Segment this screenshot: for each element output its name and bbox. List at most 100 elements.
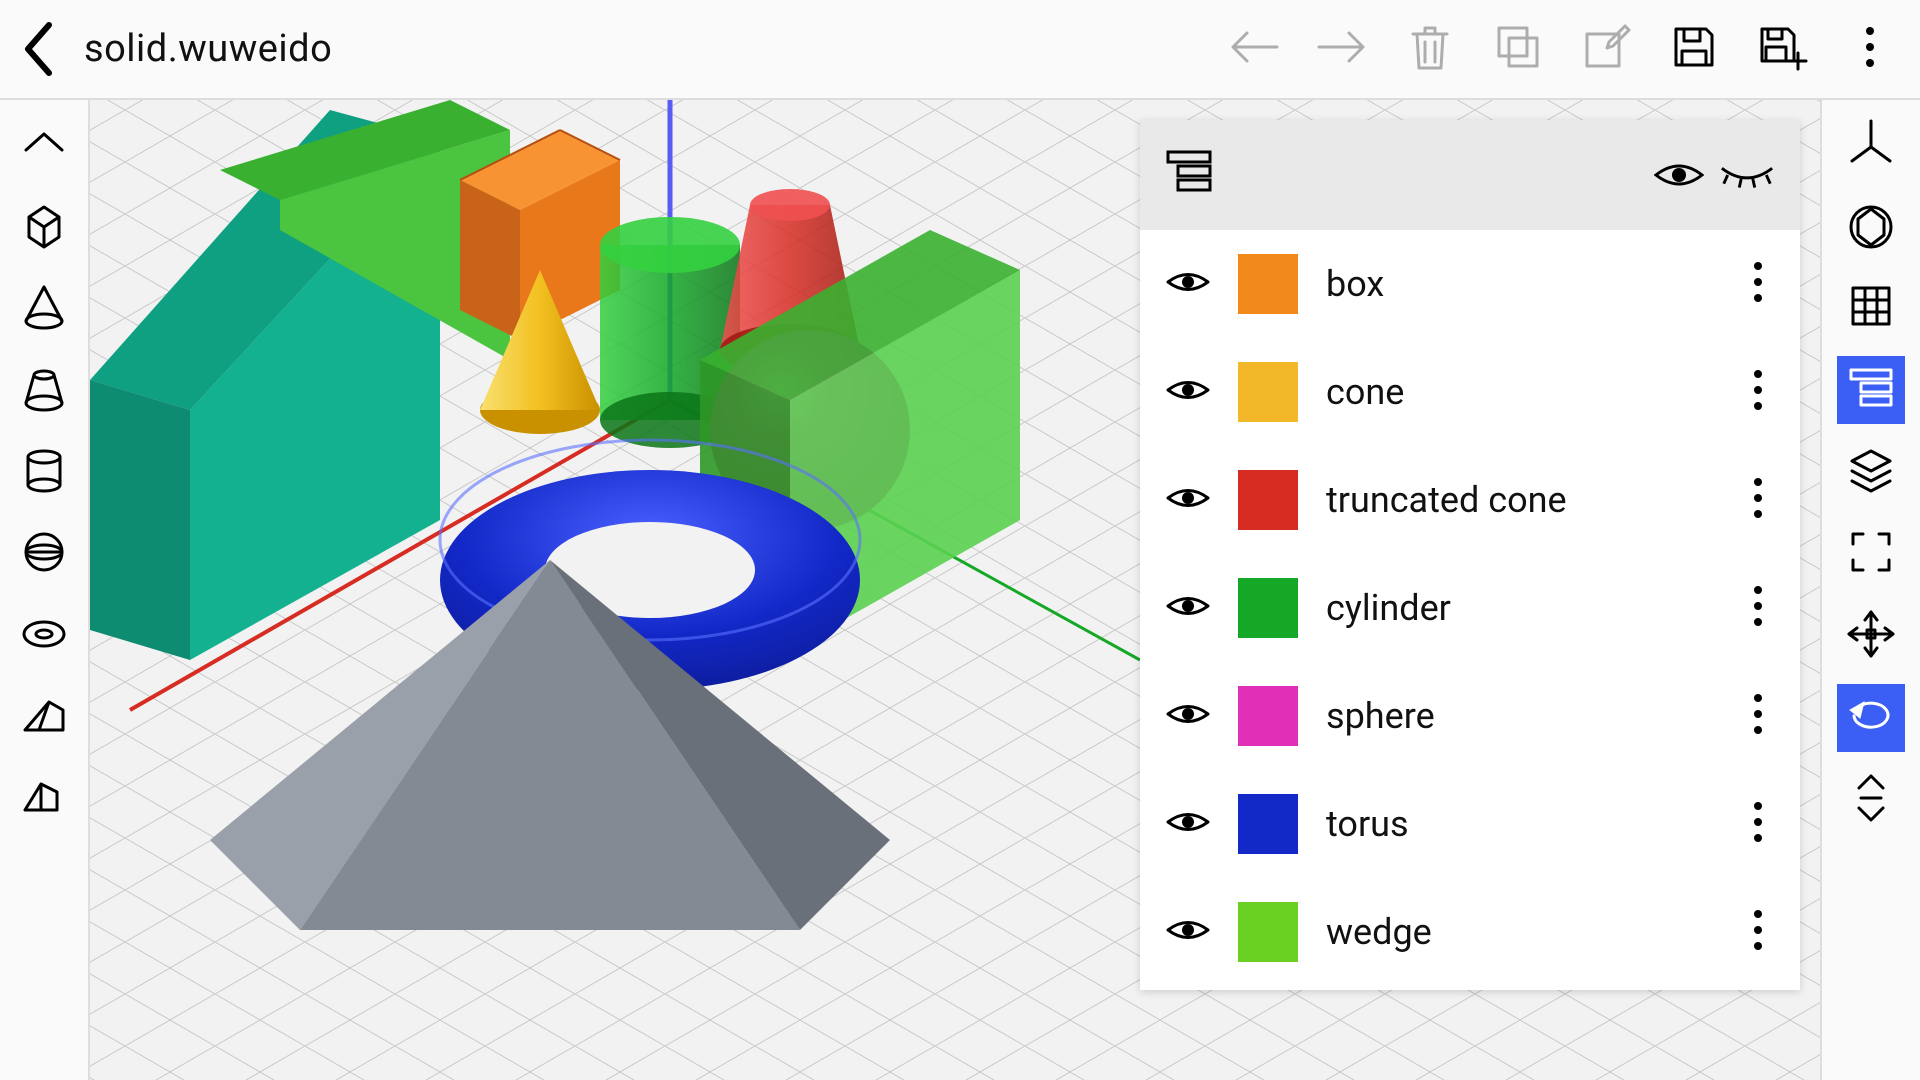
layer-row[interactable]: truncated cone bbox=[1140, 446, 1800, 554]
axes-tool[interactable] bbox=[1837, 110, 1905, 178]
more-vert-icon bbox=[1750, 258, 1766, 310]
chevron-up-icon bbox=[22, 128, 66, 160]
undo-button bbox=[1220, 15, 1288, 83]
layer-label: cone bbox=[1326, 371, 1740, 413]
rotate-icon bbox=[1846, 696, 1896, 740]
cylinder-icon bbox=[19, 445, 69, 499]
layer-label: wedge bbox=[1326, 911, 1740, 953]
layer-label: cylinder bbox=[1326, 587, 1740, 629]
layer-row[interactable]: cone bbox=[1140, 338, 1800, 446]
layer-row[interactable]: box bbox=[1140, 230, 1800, 338]
layer-row[interactable]: cylinder bbox=[1140, 554, 1800, 662]
duplicate-icon bbox=[1493, 22, 1543, 76]
save-button[interactable] bbox=[1660, 15, 1728, 83]
layer-row[interactable]: wedge bbox=[1140, 878, 1800, 986]
layers-list: box cone truncated cone cylinder sphere torus… bbox=[1140, 230, 1800, 990]
layer-more-button[interactable] bbox=[1740, 800, 1776, 848]
eye-icon bbox=[1166, 807, 1210, 841]
more-vert-icon bbox=[1750, 798, 1766, 850]
layer-label: sphere bbox=[1326, 695, 1740, 737]
stack-icon bbox=[1846, 445, 1896, 499]
layer-color-swatch bbox=[1238, 362, 1298, 422]
layer-row[interactable]: torus bbox=[1140, 770, 1800, 878]
layer-label: box bbox=[1326, 263, 1740, 305]
focus-corners-icon bbox=[1847, 528, 1895, 580]
torus-tool[interactable] bbox=[10, 602, 78, 670]
wedge-tool[interactable] bbox=[10, 684, 78, 752]
menu-button[interactable] bbox=[1836, 15, 1904, 83]
app-root: solid.wuweido bbox=[0, 0, 1920, 1080]
layers-panel-header bbox=[1140, 120, 1800, 230]
layer-visibility-toggle[interactable] bbox=[1164, 800, 1212, 848]
layer-more-button[interactable] bbox=[1740, 584, 1776, 632]
eye-icon bbox=[1166, 267, 1210, 301]
layer-more-button[interactable] bbox=[1740, 692, 1776, 740]
redo-button bbox=[1308, 15, 1376, 83]
eye-icon bbox=[1166, 591, 1210, 625]
layer-visibility-toggle[interactable] bbox=[1164, 260, 1212, 308]
back-button[interactable] bbox=[16, 25, 64, 73]
cone-icon bbox=[19, 281, 69, 335]
edit-button bbox=[1572, 15, 1640, 83]
layer-color-swatch bbox=[1238, 578, 1298, 638]
eye-icon bbox=[1166, 483, 1210, 517]
layer-more-button[interactable] bbox=[1740, 908, 1776, 956]
canvas-3d[interactable]: box cone truncated cone cylinder sphere torus… bbox=[90, 100, 1820, 1080]
rotate-tool[interactable] bbox=[1837, 684, 1905, 752]
cylinder-tool[interactable] bbox=[10, 438, 78, 506]
focus-tool[interactable] bbox=[1837, 520, 1905, 588]
topbar-actions bbox=[1220, 15, 1904, 83]
save-as-button[interactable] bbox=[1748, 15, 1816, 83]
save-plus-icon bbox=[1756, 23, 1808, 75]
fit-box-icon bbox=[1846, 199, 1896, 253]
layer-row[interactable]: sphere bbox=[1140, 662, 1800, 770]
duplicate-button bbox=[1484, 15, 1552, 83]
move-tool[interactable] bbox=[1837, 602, 1905, 670]
wedge-icon bbox=[19, 694, 69, 742]
hide-all-button[interactable] bbox=[1718, 146, 1776, 204]
expand-vert-icon bbox=[1851, 772, 1891, 828]
collapse-up[interactable] bbox=[10, 110, 78, 178]
layer-more-button[interactable] bbox=[1740, 260, 1776, 308]
layer-visibility-toggle[interactable] bbox=[1164, 476, 1212, 524]
eye-icon bbox=[1166, 375, 1210, 409]
sphere-icon bbox=[19, 527, 69, 581]
layer-label: torus bbox=[1326, 803, 1740, 845]
expand-tool[interactable] bbox=[1837, 766, 1905, 834]
cone-tool[interactable] bbox=[10, 274, 78, 342]
torus-icon bbox=[19, 614, 69, 658]
layers-tool[interactable] bbox=[1837, 356, 1905, 424]
trash-icon bbox=[1407, 22, 1453, 76]
show-all-button[interactable] bbox=[1650, 146, 1708, 204]
layer-color-swatch bbox=[1238, 254, 1298, 314]
more-vert-icon bbox=[1862, 23, 1878, 75]
layer-visibility-toggle[interactable] bbox=[1164, 692, 1212, 740]
layer-more-button[interactable] bbox=[1740, 476, 1776, 524]
prism-tool[interactable] bbox=[10, 766, 78, 834]
layers-panel-title-icon bbox=[1164, 146, 1222, 204]
layer-visibility-toggle[interactable] bbox=[1164, 368, 1212, 416]
fit-view-tool[interactable] bbox=[1837, 192, 1905, 260]
layers-panel: box cone truncated cone cylinder sphere torus… bbox=[1140, 120, 1800, 990]
move-arrows-icon bbox=[1845, 608, 1897, 664]
layer-more-button[interactable] bbox=[1740, 368, 1776, 416]
box-tool[interactable] bbox=[10, 192, 78, 260]
layer-color-swatch bbox=[1238, 686, 1298, 746]
truncated-cone-tool[interactable] bbox=[10, 356, 78, 424]
right-toolbar bbox=[1820, 100, 1920, 1080]
sphere-tool[interactable] bbox=[10, 520, 78, 588]
layer-visibility-toggle[interactable] bbox=[1164, 584, 1212, 632]
more-vert-icon bbox=[1750, 690, 1766, 742]
grid-icon bbox=[1847, 282, 1895, 334]
left-toolbar bbox=[0, 100, 90, 1080]
layer-visibility-toggle[interactable] bbox=[1164, 908, 1212, 956]
axes-icon bbox=[1846, 117, 1896, 171]
prism-icon bbox=[19, 776, 69, 824]
grid-tool[interactable] bbox=[1837, 274, 1905, 342]
layer-color-swatch bbox=[1238, 902, 1298, 962]
edit-square-icon bbox=[1581, 22, 1631, 76]
stack-tool[interactable] bbox=[1837, 438, 1905, 506]
frustum-icon bbox=[19, 363, 69, 417]
layer-color-swatch bbox=[1238, 470, 1298, 530]
arrow-left-icon bbox=[1227, 27, 1281, 71]
